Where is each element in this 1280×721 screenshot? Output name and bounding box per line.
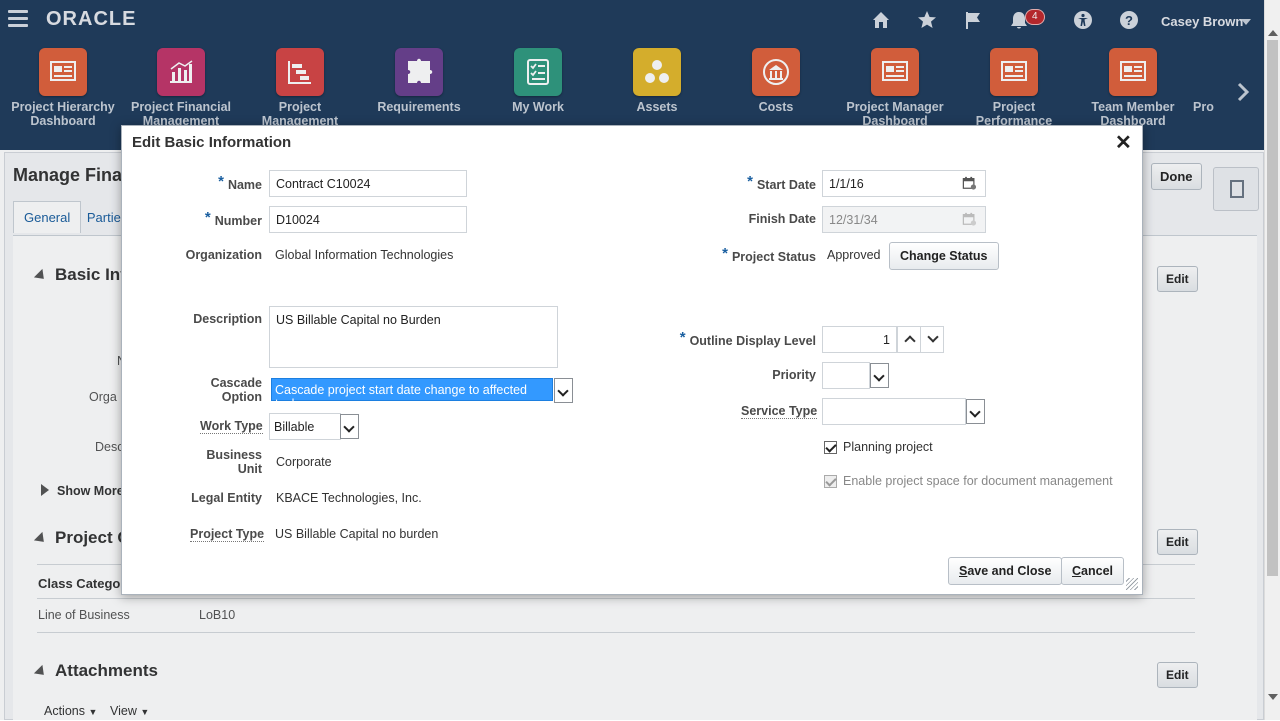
description-label: Description [193, 312, 262, 326]
project-status-value: Approved [827, 248, 881, 262]
required-icon: * [204, 209, 211, 226]
project-status-label: * Project Status [722, 245, 816, 264]
name-input[interactable] [269, 170, 467, 197]
dialog-title: Edit Basic Information [132, 134, 292, 151]
resize-grip-icon[interactable] [1126, 578, 1138, 590]
calendar-icon[interactable] [962, 176, 977, 190]
finish-date-label: Finish Date [748, 212, 816, 226]
service-type-label[interactable]: Service Type [741, 404, 818, 419]
number-input[interactable] [269, 206, 467, 233]
required-icon: * [747, 173, 753, 190]
save-and-close-button[interactable]: Save and Close [948, 557, 1063, 585]
required-icon: * [218, 173, 224, 190]
change-status-button[interactable]: Change Status [889, 242, 999, 270]
organization-label: Organization [185, 248, 262, 262]
required-icon: * [679, 329, 686, 346]
scroll-thumb[interactable] [1267, 40, 1278, 576]
description-textarea[interactable]: US Billable Capital no Burden [269, 306, 558, 368]
enable-project-space-label: Enable project space for document manage… [843, 474, 1113, 488]
increment-arrow-icon[interactable] [897, 326, 921, 353]
edit-basic-information-dialog: Edit Basic Information ✕ *Name *Number O… [121, 125, 1143, 595]
outline-display-level-label: * Outline Display Level [679, 329, 816, 348]
work-type-label[interactable]: Work Type [200, 419, 263, 434]
calendar-icon [962, 212, 977, 226]
priority-dropdown-icon[interactable] [870, 363, 889, 388]
business-unit-value: Corporate [276, 455, 332, 469]
work-type-dropdown-icon[interactable] [340, 414, 359, 439]
scroll-down-arrow-icon[interactable] [1268, 694, 1278, 700]
work-type-select[interactable]: Billable [269, 413, 341, 440]
service-type-dropdown-icon[interactable] [966, 399, 985, 424]
required-icon: * [722, 245, 728, 262]
scroll-up-arrow-icon[interactable] [1268, 30, 1278, 36]
close-icon[interactable]: ✕ [1115, 130, 1132, 155]
cancel-button[interactable]: Cancel [1061, 557, 1124, 585]
enable-project-space-checkbox [824, 475, 837, 488]
priority-select[interactable] [822, 362, 870, 389]
business-unit-label: Business Unit [206, 448, 262, 476]
service-type-select[interactable] [822, 398, 966, 425]
planning-project-checkbox[interactable] [824, 441, 837, 454]
organization-value: Global Information Technologies [275, 248, 454, 262]
legal-entity-label: Legal Entity [191, 491, 262, 505]
decrement-arrow-icon[interactable] [920, 326, 944, 353]
project-type-value: US Billable Capital no burden [275, 527, 439, 541]
cascade-option-dropdown-icon[interactable] [554, 378, 573, 403]
priority-label: Priority [772, 368, 816, 382]
project-type-label[interactable]: Project Type [190, 527, 265, 542]
start-date-label: * Start Date [747, 173, 816, 192]
planning-project-label: Planning project [843, 440, 933, 454]
number-label: * Number [204, 209, 262, 228]
outline-display-level-input[interactable] [822, 326, 897, 353]
page-scrollbar[interactable] [1264, 0, 1280, 720]
legal-entity-value: KBACE Technologies, Inc. [276, 491, 422, 505]
cascade-option-select[interactable]: Cascade project start date change to aff… [271, 378, 553, 411]
name-label: * Name [218, 173, 262, 192]
cascade-option-label: Cascade Option [210, 376, 262, 404]
